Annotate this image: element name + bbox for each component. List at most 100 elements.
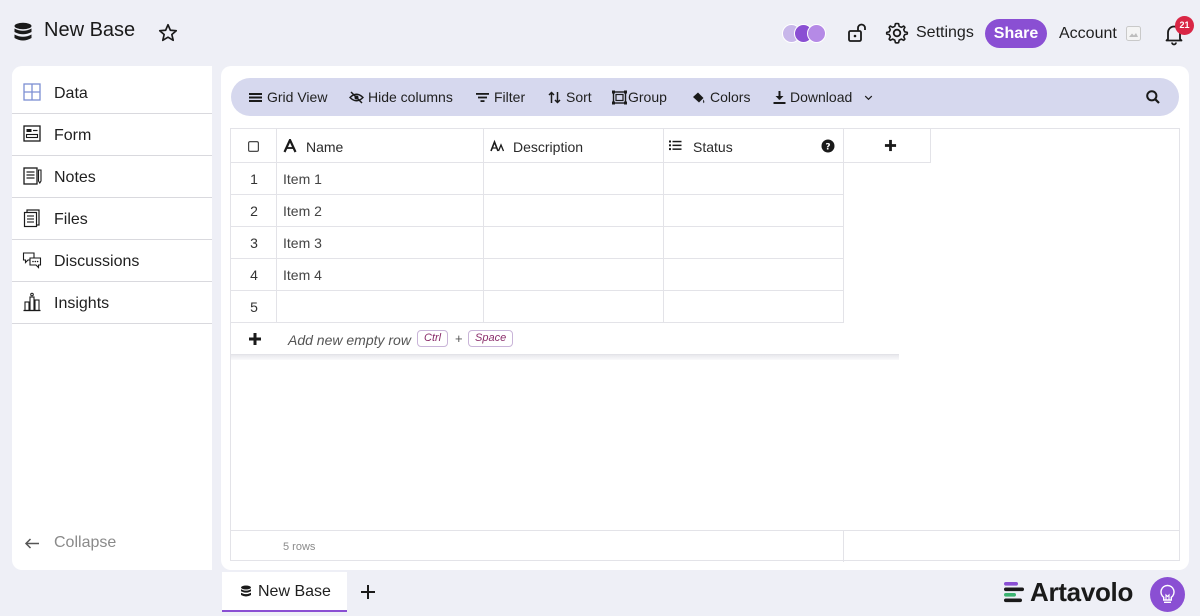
sidebar-item-label: Data	[54, 85, 88, 102]
grid-view-button[interactable]: Grid View	[248, 78, 327, 116]
grid-icon	[23, 83, 41, 101]
group-icon	[612, 90, 627, 104]
sort-button[interactable]: Sort	[547, 78, 592, 116]
chevron-down-icon[interactable]	[863, 92, 874, 103]
files-icon	[23, 209, 40, 228]
account-avatar[interactable]	[1126, 26, 1141, 41]
name-cell[interactable]: Item 2	[277, 195, 484, 227]
search-icon[interactable]	[1145, 89, 1161, 105]
colors-label: Colors	[710, 89, 751, 105]
arrow-left-icon	[24, 538, 39, 549]
group-label: Group	[628, 89, 667, 105]
row-number: 2	[250, 203, 258, 219]
download-label: Download	[790, 89, 853, 105]
description-cell[interactable]	[484, 163, 664, 195]
group-button[interactable]: Group	[612, 78, 667, 116]
sidebar-item-label: Discussions	[54, 253, 140, 270]
colors-button[interactable]: Colors	[691, 78, 750, 116]
menu-icon	[249, 92, 262, 102]
filter-icon	[476, 92, 489, 102]
sidebar-item-discussions[interactable]: Discussions	[12, 240, 212, 282]
name-cell[interactable]: Item 3	[277, 227, 484, 259]
status-cell[interactable]	[664, 291, 844, 323]
star-icon[interactable]	[157, 22, 179, 44]
checkbox-icon[interactable]	[248, 141, 259, 152]
column-header-name[interactable]: Name	[277, 129, 484, 163]
avatar	[807, 24, 826, 43]
add-base-tab-button[interactable]	[358, 582, 378, 602]
discussions-icon	[22, 252, 42, 269]
notification-badge: 21	[1175, 16, 1194, 35]
status-cell[interactable]	[664, 259, 844, 291]
column-header-label: Status	[693, 139, 733, 155]
select-all-cell[interactable]	[231, 129, 277, 163]
row-number-cell[interactable]: 2	[231, 195, 277, 227]
svg-text:?: ?	[825, 143, 830, 153]
row-number-cell[interactable]: 3	[231, 227, 277, 259]
base-tab-label: New Base	[258, 583, 331, 600]
hide-columns-label: Hide columns	[368, 89, 453, 105]
add-row-label: Add new empty row	[288, 332, 411, 348]
shortcut-plus: +	[455, 331, 463, 346]
grid-footer: 5 rows	[231, 530, 1179, 562]
gear-icon[interactable]	[885, 21, 909, 45]
sidebar-item-insights[interactable]: Insights	[12, 282, 212, 324]
cell-text: Item 4	[283, 267, 322, 283]
sidebar-item-data[interactable]: Data	[12, 72, 212, 114]
sort-icon	[548, 90, 561, 104]
base-title[interactable]: New Base	[44, 19, 135, 42]
cell-text: Item 2	[283, 203, 322, 219]
paint-bucket-icon	[693, 92, 705, 103]
main-panel: Grid View Hide columns Filter Sort Group…	[221, 66, 1189, 570]
eye-off-icon	[349, 90, 364, 104]
download-button[interactable]: Download	[772, 78, 874, 116]
sidebar-item-form[interactable]: Form	[12, 114, 212, 156]
unlock-icon[interactable]	[846, 22, 867, 43]
status-cell[interactable]	[664, 163, 844, 195]
description-cell[interactable]	[484, 259, 664, 291]
sidebar-item-files[interactable]: Files	[12, 198, 212, 240]
plus-icon	[884, 139, 897, 152]
row-number-cell[interactable]: 1	[231, 163, 277, 195]
hide-columns-button[interactable]: Hide columns	[349, 78, 453, 116]
brand-name: Artavolo	[1030, 577, 1134, 607]
name-cell[interactable]: Item 1	[277, 163, 484, 195]
base-tab[interactable]: New Base	[222, 572, 347, 612]
shortcut-key: Space	[468, 330, 514, 347]
filter-label: Filter	[494, 89, 526, 105]
collapse-label: Collapse	[54, 534, 117, 551]
brand-logo-icon	[1004, 582, 1024, 603]
settings-button[interactable]: Settings	[916, 24, 974, 42]
filter-button[interactable]: Filter	[475, 78, 525, 116]
text-type-icon	[283, 139, 297, 153]
add-row-button[interactable]: Add new empty row Ctrl + Space	[231, 323, 899, 355]
sidebar-item-label: Insights	[54, 295, 110, 312]
row-number-cell[interactable]: 4	[231, 259, 277, 291]
sidebar-item-label: Notes	[54, 169, 96, 186]
sort-label: Sort	[566, 89, 592, 105]
description-cell[interactable]	[484, 291, 664, 323]
name-cell[interactable]	[277, 291, 484, 323]
share-button[interactable]: Share	[985, 19, 1047, 48]
database-icon	[241, 585, 251, 597]
description-cell[interactable]	[484, 195, 664, 227]
help-icon[interactable]: ?	[821, 139, 835, 153]
status-cell[interactable]	[664, 227, 844, 259]
data-grid: Name Description Status ? 1 Item 1 2 Ite…	[230, 128, 1180, 562]
add-column-button[interactable]	[844, 129, 931, 163]
row-number-cell[interactable]: 5	[231, 291, 277, 323]
row-count: 5 rows	[283, 541, 316, 553]
notes-icon	[23, 167, 42, 185]
collaborators-avatars[interactable]	[782, 22, 830, 44]
account-button[interactable]: Account	[1059, 25, 1117, 43]
column-header-status[interactable]: Status ?	[664, 129, 844, 163]
grid-divider	[231, 355, 899, 360]
sidebar-item-label: Files	[54, 211, 88, 228]
sidebar-item-notes[interactable]: Notes	[12, 156, 212, 198]
name-cell[interactable]: Item 4	[277, 259, 484, 291]
collapse-button[interactable]: Collapse	[12, 530, 212, 558]
description-cell[interactable]	[484, 227, 664, 259]
help-bulb-button[interactable]	[1150, 577, 1185, 612]
column-header-description[interactable]: Description	[484, 129, 664, 163]
status-cell[interactable]	[664, 195, 844, 227]
